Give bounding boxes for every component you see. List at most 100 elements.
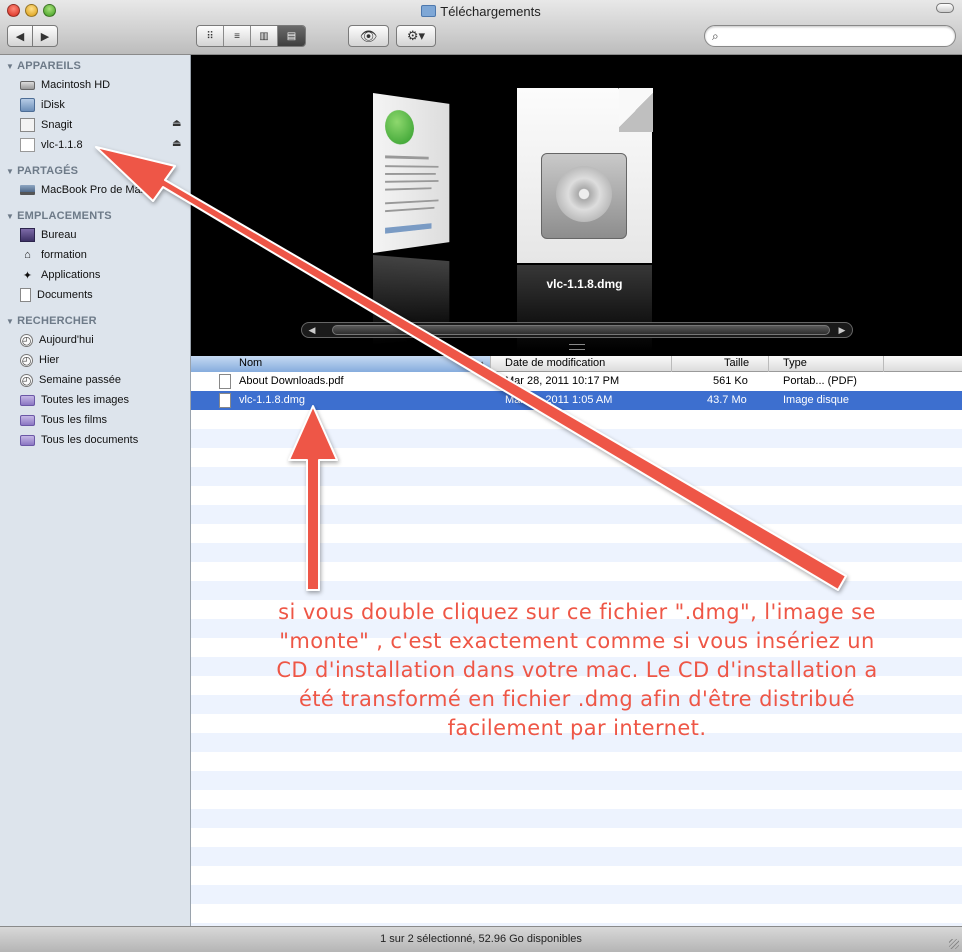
coverflow-scroll-thumb[interactable]: [332, 325, 830, 335]
column-header-label: Nom: [239, 357, 263, 369]
action-menu-button[interactable]: ⚙▾: [396, 25, 436, 47]
status-bar: 1 sur 2 sélectionné, 52.96 Go disponible…: [0, 926, 962, 952]
sidebar-item-aujourdhui[interactable]: ◴ Aujourd'hui: [20, 331, 94, 349]
icon-view-button[interactable]: ⠿: [197, 26, 224, 46]
column-header-name[interactable]: Nom ▲: [191, 356, 491, 372]
sort-ascending-icon: ▲: [478, 359, 486, 368]
sidebar-item-tous-les-documents[interactable]: Tous les documents: [20, 431, 138, 449]
sidebar-item-formation[interactable]: ⌂ formation: [20, 246, 87, 264]
sidebar-item-hier[interactable]: ◴ Hier: [20, 351, 59, 369]
applications-icon: ✦: [22, 269, 33, 282]
pdf-preview-thumbnail[interactable]: [373, 93, 450, 253]
section-label: APPAREILS: [17, 60, 82, 72]
quicklook-button[interactable]: 👁: [348, 25, 389, 47]
column-view-button[interactable]: ▥: [251, 26, 278, 46]
disk-image-icon: [541, 153, 627, 239]
coverflow-scrollbar[interactable]: ◀ ▶: [301, 322, 853, 338]
coverflow-view-button[interactable]: ▤: [278, 26, 305, 46]
column-header-date[interactable]: Date de modification: [491, 356, 672, 372]
sidebar-item-label: Tous les films: [41, 414, 108, 426]
scroll-right-icon[interactable]: ▶: [834, 324, 850, 336]
sidebar-item-toutes-les-images[interactable]: Toutes les images: [20, 391, 129, 409]
annotation-text: si vous double cliquez sur ce fichier ".…: [276, 600, 878, 740]
status-text: 1 sur 2 sélectionné, 52.96 Go disponible…: [380, 933, 582, 945]
clock-icon: ◴: [20, 353, 33, 367]
list-view-button[interactable]: ≡: [224, 26, 251, 46]
sidebar: ▼ APPAREILS Macintosh HD iDisk Snagit ⏏ v…: [0, 55, 191, 926]
folder-icon: [421, 5, 437, 17]
sidebar-item-tous-les-films[interactable]: Tous les films: [20, 411, 107, 429]
text-line: [385, 155, 429, 160]
laptop-icon: [20, 185, 35, 195]
download-logo-icon: [385, 108, 414, 146]
clock-icon: ◴: [20, 333, 33, 347]
sidebar-item-idisk[interactable]: iDisk: [20, 96, 65, 114]
sidebar-item-bureau[interactable]: Bureau: [20, 226, 76, 244]
sidebar-item-snagit[interactable]: Snagit: [20, 116, 72, 134]
split-resize-handle[interactable]: [569, 344, 585, 350]
sidebar-item-label: Semaine passée: [39, 374, 121, 386]
table-row[interactable]: vlc-1.1.8.dmg Mar 24, 2011 1:05 AM 43.7 …: [191, 391, 962, 410]
table-row[interactable]: About Downloads.pdf Mar 28, 2011 10:17 P…: [191, 372, 962, 391]
file-name: vlc-1.1.8.dmg: [239, 394, 306, 406]
toolbar-toggle-button[interactable]: [936, 3, 954, 13]
disclosure-triangle-icon: ▼: [6, 62, 15, 71]
sidebar-item-macbook[interactable]: MacBook Pro de Marc: [20, 181, 150, 199]
home-icon: ⌂: [24, 249, 31, 261]
file-name: About Downloads.pdf: [239, 375, 344, 387]
desktop-icon: [20, 228, 35, 242]
disclosure-triangle-icon: ▼: [6, 317, 15, 326]
sidebar-item-documents[interactable]: Documents: [20, 286, 93, 304]
section-label: PARTAGÉS: [17, 165, 79, 177]
search-icon: ⌕: [712, 29, 719, 43]
sidebar-item-label: Applications: [41, 269, 101, 281]
documents-icon: [20, 288, 31, 302]
column-header-bar: Nom ▲ Date de modification Taille Type: [191, 356, 962, 372]
sidebar-item-macintosh-hd[interactable]: Macintosh HD: [20, 76, 110, 94]
window-title-text: Téléchargements: [440, 4, 541, 19]
volume-icon: [20, 138, 35, 152]
column-header-type[interactable]: Type: [769, 356, 884, 372]
scroll-left-icon[interactable]: ◀: [304, 324, 320, 336]
file-type: Image disque: [783, 394, 850, 406]
sidebar-item-label: iDisk: [41, 99, 65, 111]
pdf-file-icon: [219, 374, 231, 389]
text-line: [385, 206, 435, 213]
sidebar-item-label: Aujourd'hui: [39, 334, 94, 346]
idisk-icon: [20, 98, 35, 112]
sidebar-item-vlc[interactable]: vlc-1.1.8: [20, 136, 83, 154]
dmg-file-icon: [219, 393, 231, 408]
column-header-size[interactable]: Taille: [672, 356, 769, 372]
sidebar-item-label: MacBook Pro de Marc: [41, 184, 150, 196]
text-line: [385, 173, 436, 175]
gear-icon: ⚙▾: [406, 28, 426, 43]
sidebar-section-partages[interactable]: ▼ PARTAGÉS: [6, 165, 78, 177]
search-field[interactable]: ⌕: [704, 25, 956, 47]
back-button[interactable]: ◀: [7, 25, 33, 47]
sidebar-section-rechercher[interactable]: ▼ RECHERCHER: [6, 315, 97, 327]
sidebar-section-emplacements[interactable]: ▼ EMPLACEMENTS: [6, 210, 112, 222]
sidebar-item-label: Bureau: [41, 229, 77, 241]
forward-button[interactable]: ▶: [32, 25, 58, 47]
window-toolbar: Téléchargements ◀ ▶ ⠿ ≡ ▥ ▤ 👁 ⚙▾ ⌕: [0, 0, 962, 55]
sidebar-item-applications[interactable]: ✦ Applications: [20, 266, 100, 284]
coverflow-pane[interactable]: vlc-1.1.8.dmg ◀ ▶: [191, 55, 962, 356]
eject-icon[interactable]: ⏏: [172, 118, 181, 129]
forward-arrow-icon: ▶: [40, 30, 50, 43]
smart-folder-icon: [20, 414, 35, 426]
smart-folder-icon: [20, 394, 35, 406]
disk-platter: [556, 166, 612, 222]
resize-grip-icon[interactable]: [949, 939, 959, 949]
screenshot-strip: [385, 223, 432, 234]
section-label: EMPLACEMENTS: [17, 210, 112, 222]
eject-icon[interactable]: ⏏: [172, 138, 181, 149]
text-line: [385, 165, 439, 168]
column-header-label: Taille: [724, 357, 750, 369]
sidebar-section-appareils[interactable]: ▼ APPAREILS: [6, 60, 81, 72]
view-mode-selector: ⠿ ≡ ▥ ▤: [196, 25, 306, 47]
file-date: Mar 24, 2011 1:05 AM: [505, 394, 613, 406]
sidebar-item-label: Toutes les images: [41, 394, 130, 406]
search-input[interactable]: [727, 28, 947, 44]
sidebar-item-semaine-passee[interactable]: ◴ Semaine passée: [20, 371, 121, 389]
sidebar-item-label: Documents: [37, 289, 93, 301]
